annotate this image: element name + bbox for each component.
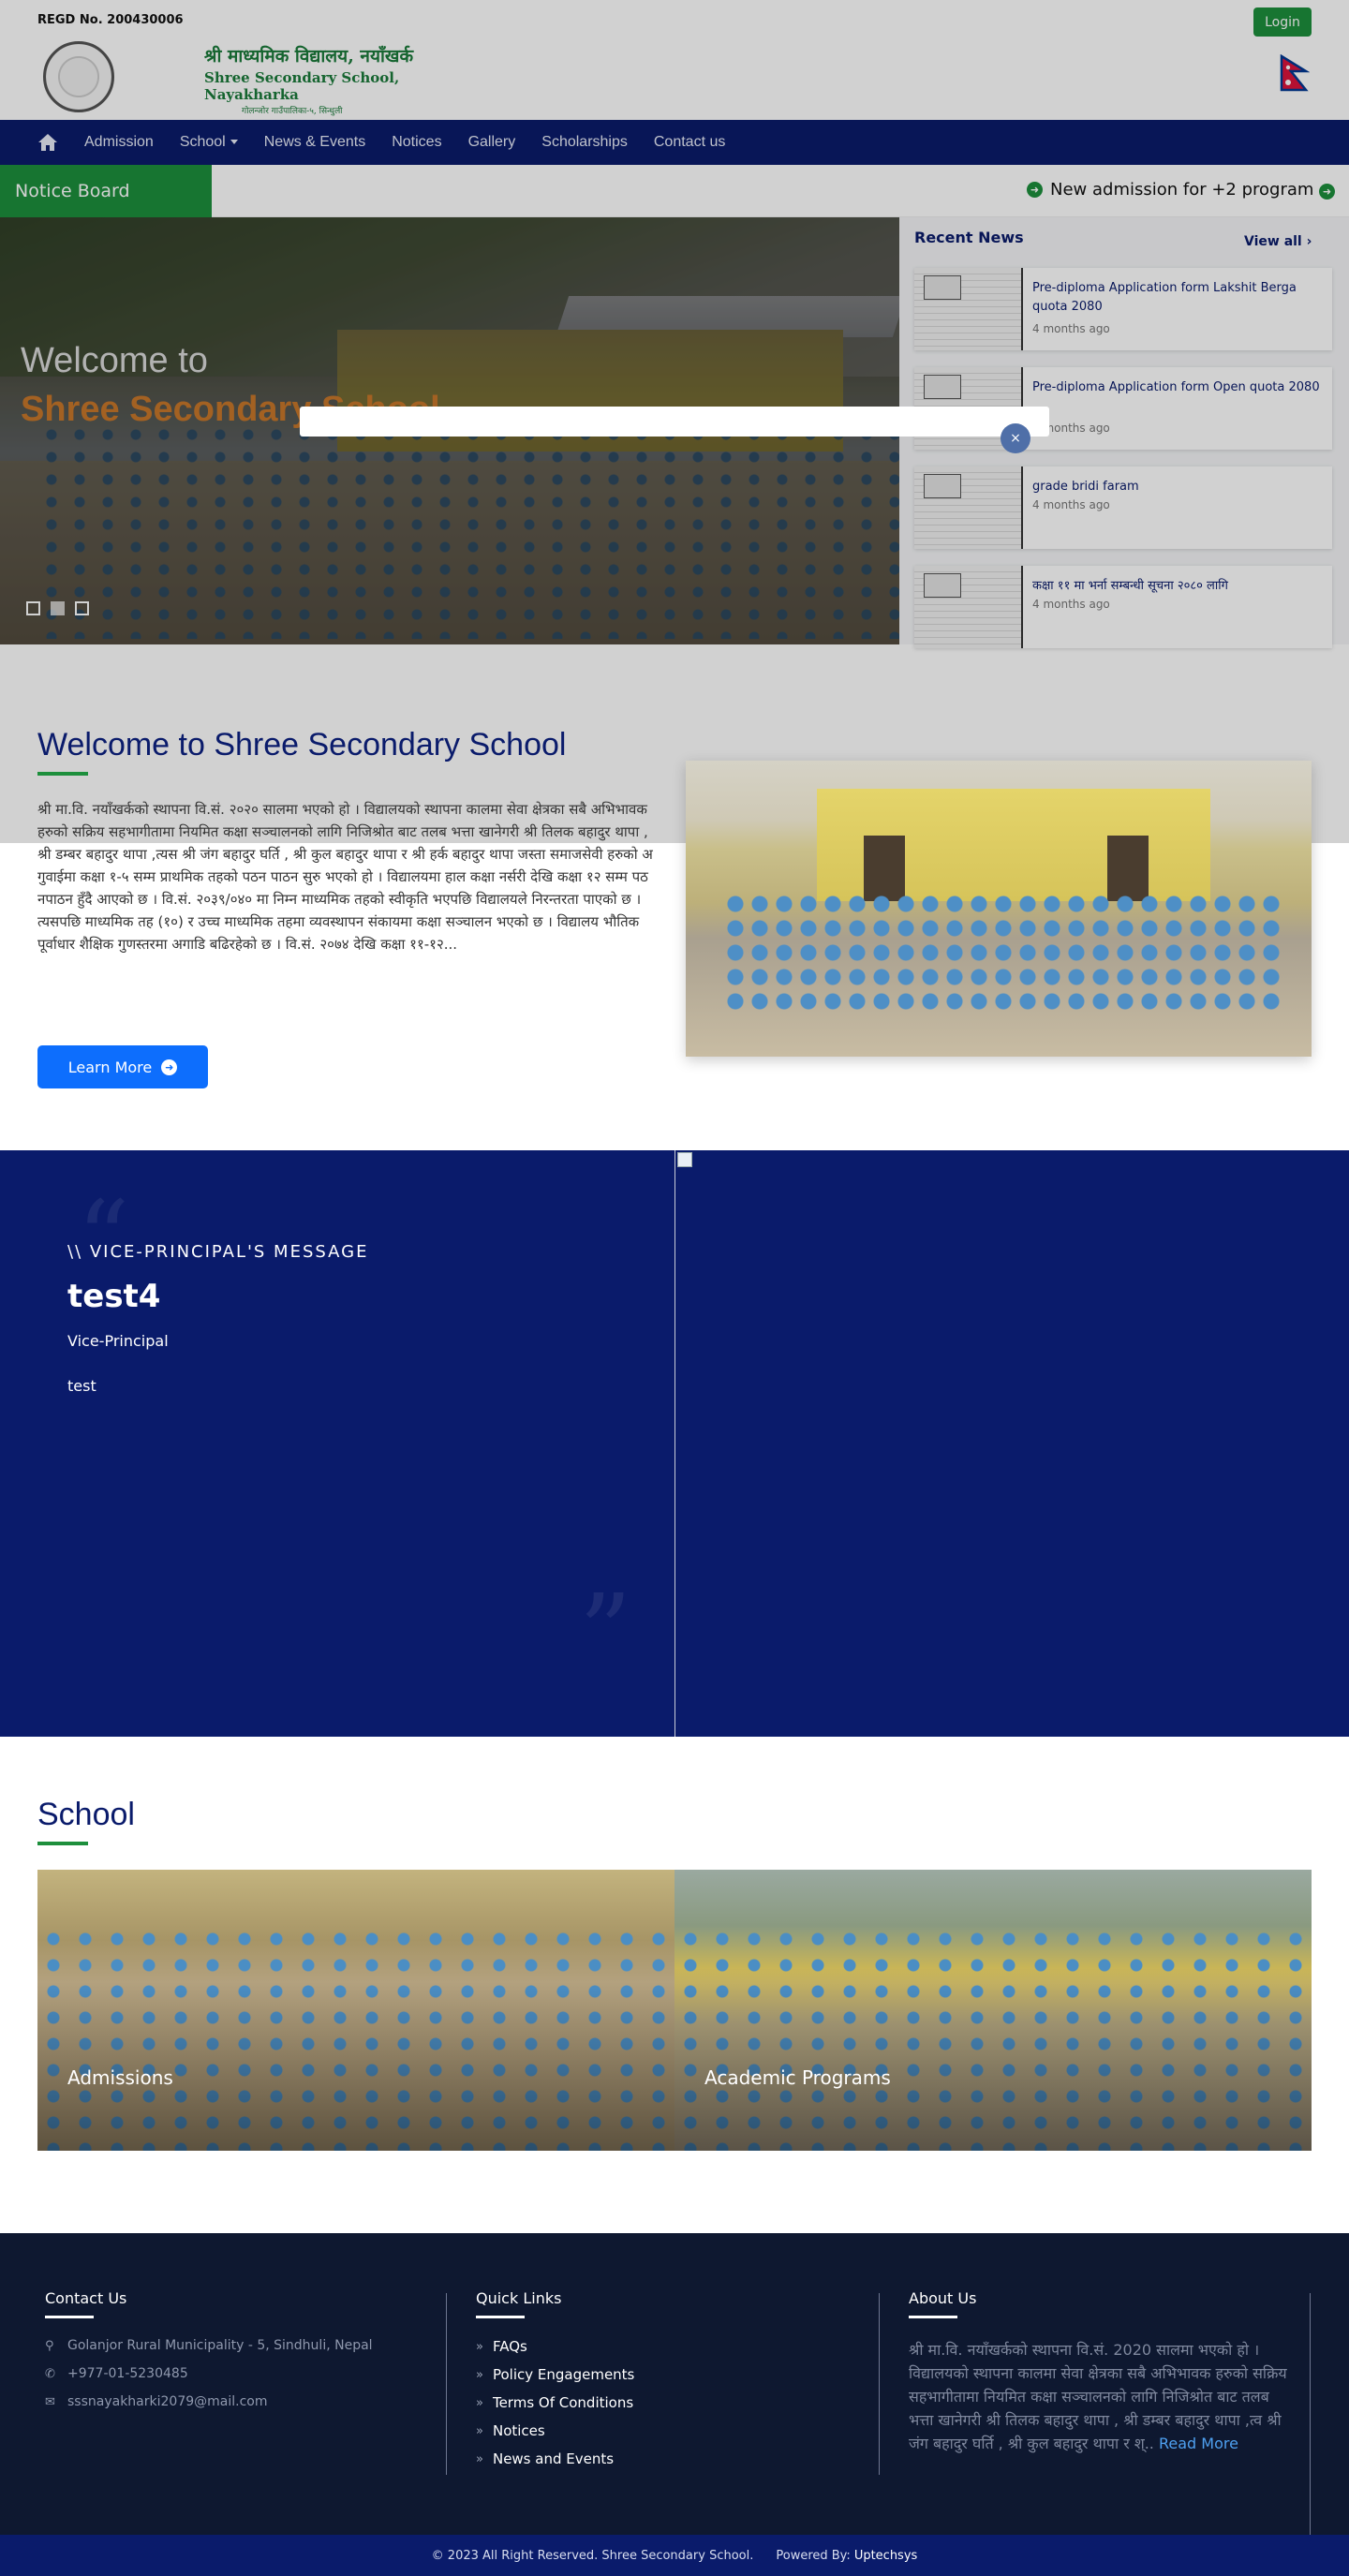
footer-phone[interactable]: ✆ +977-01-5230485 [45,2366,188,2381]
vice-principal-text: test [67,1377,96,1395]
heading-underline [37,1842,88,1845]
link-label: Policy Engagements [492,2366,635,2383]
admissions-tile[interactable]: Admissions [37,1870,674,2151]
welcome-heading: Welcome to Shree Secondary School [37,727,567,762]
tile-label: Academic Programs [704,2066,891,2089]
about-us-title: About Us [909,2289,977,2307]
vice-principal-message: “ \\ VICE-PRINCIPAL'S MESSAGE test4 Vice… [0,1150,674,1737]
footer-link-news[interactable]: » News and Events [476,2450,614,2467]
quote-close-icon: ” [579,1572,632,1692]
footer: Contact Us ⚲ Golanjor Rural Municipality … [0,2233,1349,2535]
link-label: Notices [492,2422,545,2439]
footer-email[interactable]: ✉ sssnayakharki2079@mail.com [45,2394,268,2409]
vice-principal-role: Vice-Principal [67,1332,169,1350]
envelope-icon: ✉ [45,2394,55,2409]
footer-link-terms[interactable]: » Terms Of Conditions [476,2394,633,2411]
footer-divider [879,2293,880,2475]
learn-more-button[interactable]: Learn More ➜ [37,1045,208,1088]
school-heading: School [37,1797,135,1832]
link-label: News and Events [492,2450,615,2467]
read-more-link[interactable]: Read More [1159,2435,1238,2452]
broken-image-icon [677,1152,692,1167]
page: REGD No. 200430006 Login श्री माध्यमिक व… [0,0,1349,2576]
quick-links-title: Quick Links [476,2289,562,2307]
close-icon[interactable]: × [1001,423,1030,453]
footer-underline [45,2316,94,2318]
message-kicker: \\ VICE-PRINCIPAL'S MESSAGE [67,1242,369,1262]
footer-divider [1310,2293,1311,2535]
link-label: Terms Of Conditions [492,2394,634,2411]
about-us-text: श्री मा.वि. नयाँखर्कको स्थापना वि.सं. 20… [909,2338,1297,2455]
phone-icon: ✆ [45,2366,55,2381]
footer-link-notices[interactable]: » Notices [476,2422,545,2439]
learn-more-label: Learn More [67,1058,153,1076]
map-pin-icon: ⚲ [45,2338,54,2353]
footer-link-faqs[interactable]: » FAQs [476,2338,527,2355]
double-chevron-right-icon: » [476,2395,483,2410]
welcome-paragraph: श्री मा.वि. नयाँखर्कको स्थापना वि.सं. २०… [37,801,653,953]
vice-principal-photo [674,1150,1349,1737]
double-chevron-right-icon: » [476,2339,483,2354]
contact-us-title: Contact Us [45,2289,127,2307]
academic-programs-tile[interactable]: Academic Programs [674,1870,1312,2151]
footer-underline [909,2316,957,2318]
tile-label: Admissions [67,2066,173,2089]
tile-shade [674,1870,1312,2151]
arrow-circle-icon: ➜ [161,1059,178,1075]
tile-shade [37,1870,674,2151]
footer-link-policy[interactable]: » Policy Engagements [476,2366,634,2383]
email-text: sssnayakharki2079@mail.com [67,2394,268,2409]
copyright-text: © 2023 All Right Reserved. Shree Seconda… [431,2548,754,2563]
copyright-bar: © 2023 All Right Reserved. Shree Seconda… [0,2535,1349,2576]
powered-by-brand[interactable]: Uptechsys [854,2549,918,2563]
heading-underline [37,772,88,776]
link-label: FAQs [492,2338,527,2355]
footer-address: ⚲ Golanjor Rural Municipality - 5, Sindhu… [45,2338,373,2353]
double-chevron-right-icon: » [476,2367,483,2382]
double-chevron-right-icon: » [476,2423,483,2438]
phone-text: +977-01-5230485 [67,2366,188,2381]
modal-dialog [300,407,1049,437]
footer-divider [446,2293,447,2475]
welcome-group-photo [686,761,1312,1057]
powered-by-label: Powered By: [776,2548,851,2563]
vice-principal-name: test4 [67,1278,161,1315]
photo-students-group [723,892,1285,1014]
double-chevron-right-icon: » [476,2451,483,2466]
footer-underline [476,2316,525,2318]
address-text: Golanjor Rural Municipality - 5, Sindhul… [67,2338,373,2353]
